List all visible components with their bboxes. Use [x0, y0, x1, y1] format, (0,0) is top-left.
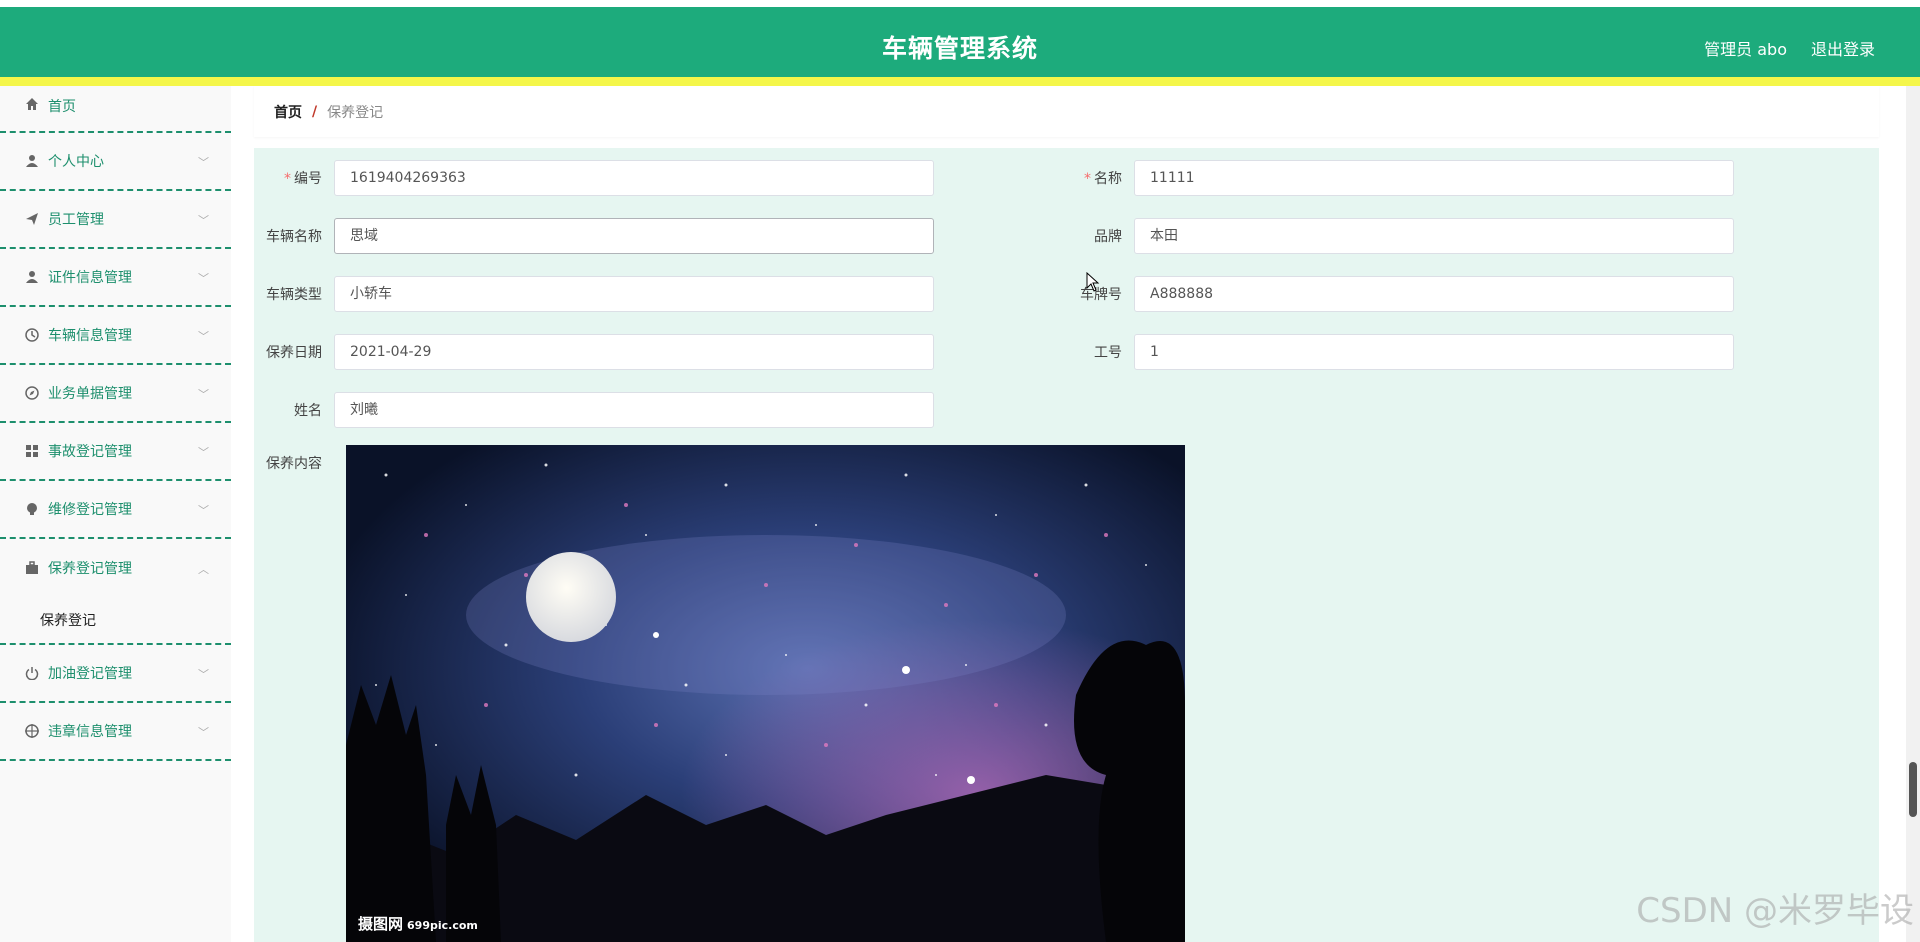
vehicle-type-input[interactable]: 小轿车 — [334, 276, 934, 312]
sidebar-item-label: 维修登记管理 — [48, 502, 132, 518]
sidebar-item-label: 事故登记管理 — [48, 444, 132, 460]
breadcrumb: 首页 / 保养登记 — [254, 86, 1879, 137]
sidebar-item-label: 员工管理 — [48, 212, 104, 228]
chevron-down-icon: ﹀ — [198, 504, 209, 517]
scrollbar[interactable] — [1906, 86, 1920, 942]
chevron-down-icon: ﹀ — [198, 446, 209, 459]
sidebar-item-staff[interactable]: 员工管理 ﹀ — [0, 191, 231, 249]
sidebar-item-label: 首页 — [48, 99, 76, 115]
person-input[interactable]: 刘曦 — [334, 392, 934, 428]
breadcrumb-separator: / — [312, 103, 318, 120]
sidebar-item-fueling[interactable]: 加油登记管理 ﹀ — [0, 645, 231, 703]
sidebar-item-label: 业务单据管理 — [48, 386, 132, 402]
breadcrumb-current: 保养登记 — [327, 104, 384, 121]
header: 车辆管理系统 管理员 abo 退出登录 — [0, 7, 1920, 77]
user-name[interactable]: 管理员 abo — [1704, 36, 1787, 60]
vehicle-type-field: 车辆类型 小轿车 — [254, 276, 934, 312]
vehicle-type-label: 车辆类型 — [266, 287, 322, 303]
home-icon — [24, 96, 40, 112]
sidebar-item-label: 违章信息管理 — [48, 724, 132, 740]
breadcrumb-home[interactable]: 首页 — [274, 102, 302, 122]
chevron-down-icon: ﹀ — [198, 214, 209, 227]
chevron-down-icon: ﹀ — [198, 272, 209, 285]
chevron-up-icon: ︿ — [198, 563, 209, 576]
maintenance-content-image: 摄图网 699pic.com — [346, 445, 1185, 942]
target-icon — [24, 723, 40, 739]
power-icon — [24, 665, 40, 681]
sidebar-item-label: 保养登记管理 — [48, 561, 132, 577]
person-label: 姓名 — [294, 403, 322, 419]
sidebar-item-business-docs[interactable]: 业务单据管理 ﹀ — [0, 365, 231, 423]
grid-icon — [24, 443, 40, 459]
brand-field: 品牌 本田 — [1054, 218, 1734, 254]
compass-icon — [24, 385, 40, 401]
job-number-field: 工号 1 — [1054, 334, 1734, 370]
sidebar-subitem-maintenance-register[interactable]: 保养登记 — [0, 597, 231, 645]
logout-link[interactable]: 退出登录 — [1811, 36, 1875, 60]
scrollbar-thumb[interactable] — [1909, 762, 1917, 817]
sidebar-item-accidents[interactable]: 事故登记管理 ﹀ — [0, 423, 231, 481]
mouse-cursor-icon — [1086, 272, 1100, 292]
vehicle-name-input[interactable]: 思域 — [334, 218, 934, 254]
bulb-icon — [24, 501, 40, 517]
user-icon — [24, 269, 40, 285]
code-field: * 编号 1619404269363 — [254, 160, 934, 196]
sidebar: 首页 个人中心 ﹀ 员工管理 ﹀ 证件信息管理 ﹀ 车辆信息管理 ﹀ 业务单据管… — [0, 86, 231, 942]
maintenance-form: * 编号 1619404269363 * 名称 11111 车辆名称 思域 品牌 本… — [254, 148, 1879, 942]
send-icon — [24, 211, 40, 227]
sidebar-item-violations[interactable]: 违章信息管理 ﹀ — [0, 703, 231, 761]
chevron-down-icon: ﹀ — [198, 388, 209, 401]
name-label: * 名称 — [1084, 171, 1122, 187]
job-number-input[interactable]: 1 — [1134, 334, 1734, 370]
job-number-label: 工号 — [1094, 345, 1122, 361]
user-icon — [24, 153, 40, 169]
vehicle-name-field: 车辆名称 思域 — [254, 218, 934, 254]
brand-input[interactable]: 本田 — [1134, 218, 1734, 254]
sidebar-item-personal[interactable]: 个人中心 ﹀ — [0, 133, 231, 191]
vehicle-name-label: 车辆名称 — [266, 229, 322, 245]
app-title: 车辆管理系统 — [881, 34, 1038, 63]
csdn-watermark: CSDN @米罗毕设 — [1636, 891, 1914, 931]
sidebar-item-home[interactable]: 首页 — [0, 86, 231, 133]
top-bar: 车辆管理系统 管理员 abo 退出登录 — [0, 0, 1920, 86]
plate-input[interactable]: A888888 — [1134, 276, 1734, 312]
code-label: * 编号 — [284, 171, 322, 187]
clock-icon — [24, 327, 40, 343]
sidebar-item-label: 个人中心 — [48, 154, 104, 170]
code-input[interactable]: 1619404269363 — [334, 160, 934, 196]
header-actions: 管理员 abo 退出登录 — [1704, 36, 1875, 60]
plate-field: 车牌号 A888888 — [1054, 276, 1734, 312]
image-watermark: 摄图网 699pic.com — [358, 915, 478, 933]
sidebar-item-label: 加油登记管理 — [48, 666, 132, 682]
sidebar-item-label: 证件信息管理 — [48, 270, 132, 286]
content-label: 保养内容 — [266, 456, 322, 472]
chevron-down-icon: ﹀ — [198, 668, 209, 681]
brand-label: 品牌 — [1094, 229, 1122, 245]
suitcase-icon — [24, 560, 40, 576]
sidebar-item-certificates[interactable]: 证件信息管理 ﹀ — [0, 249, 231, 307]
date-label: 保养日期 — [266, 345, 322, 361]
date-field: 保养日期 2021-04-29 — [254, 334, 934, 370]
date-input[interactable]: 2021-04-29 — [334, 334, 934, 370]
sidebar-item-vehicles[interactable]: 车辆信息管理 ﹀ — [0, 307, 231, 365]
person-field: 姓名 刘曦 — [254, 392, 934, 428]
chevron-down-icon: ﹀ — [198, 726, 209, 739]
sidebar-item-maintenance[interactable]: 保养登记管理 ︿ — [0, 539, 231, 597]
chevron-down-icon: ﹀ — [198, 156, 209, 169]
sidebar-item-label: 车辆信息管理 — [48, 328, 132, 344]
sidebar-item-repairs[interactable]: 维修登记管理 ﹀ — [0, 481, 231, 539]
name-field: * 名称 11111 — [1054, 160, 1734, 196]
chevron-down-icon: ﹀ — [198, 330, 209, 343]
header-accent-bar — [0, 77, 1920, 86]
name-input[interactable]: 11111 — [1134, 160, 1734, 196]
main-content: 首页 / 保养登记 * 编号 1619404269363 * 名称 11111 车辆… — [254, 86, 1879, 942]
